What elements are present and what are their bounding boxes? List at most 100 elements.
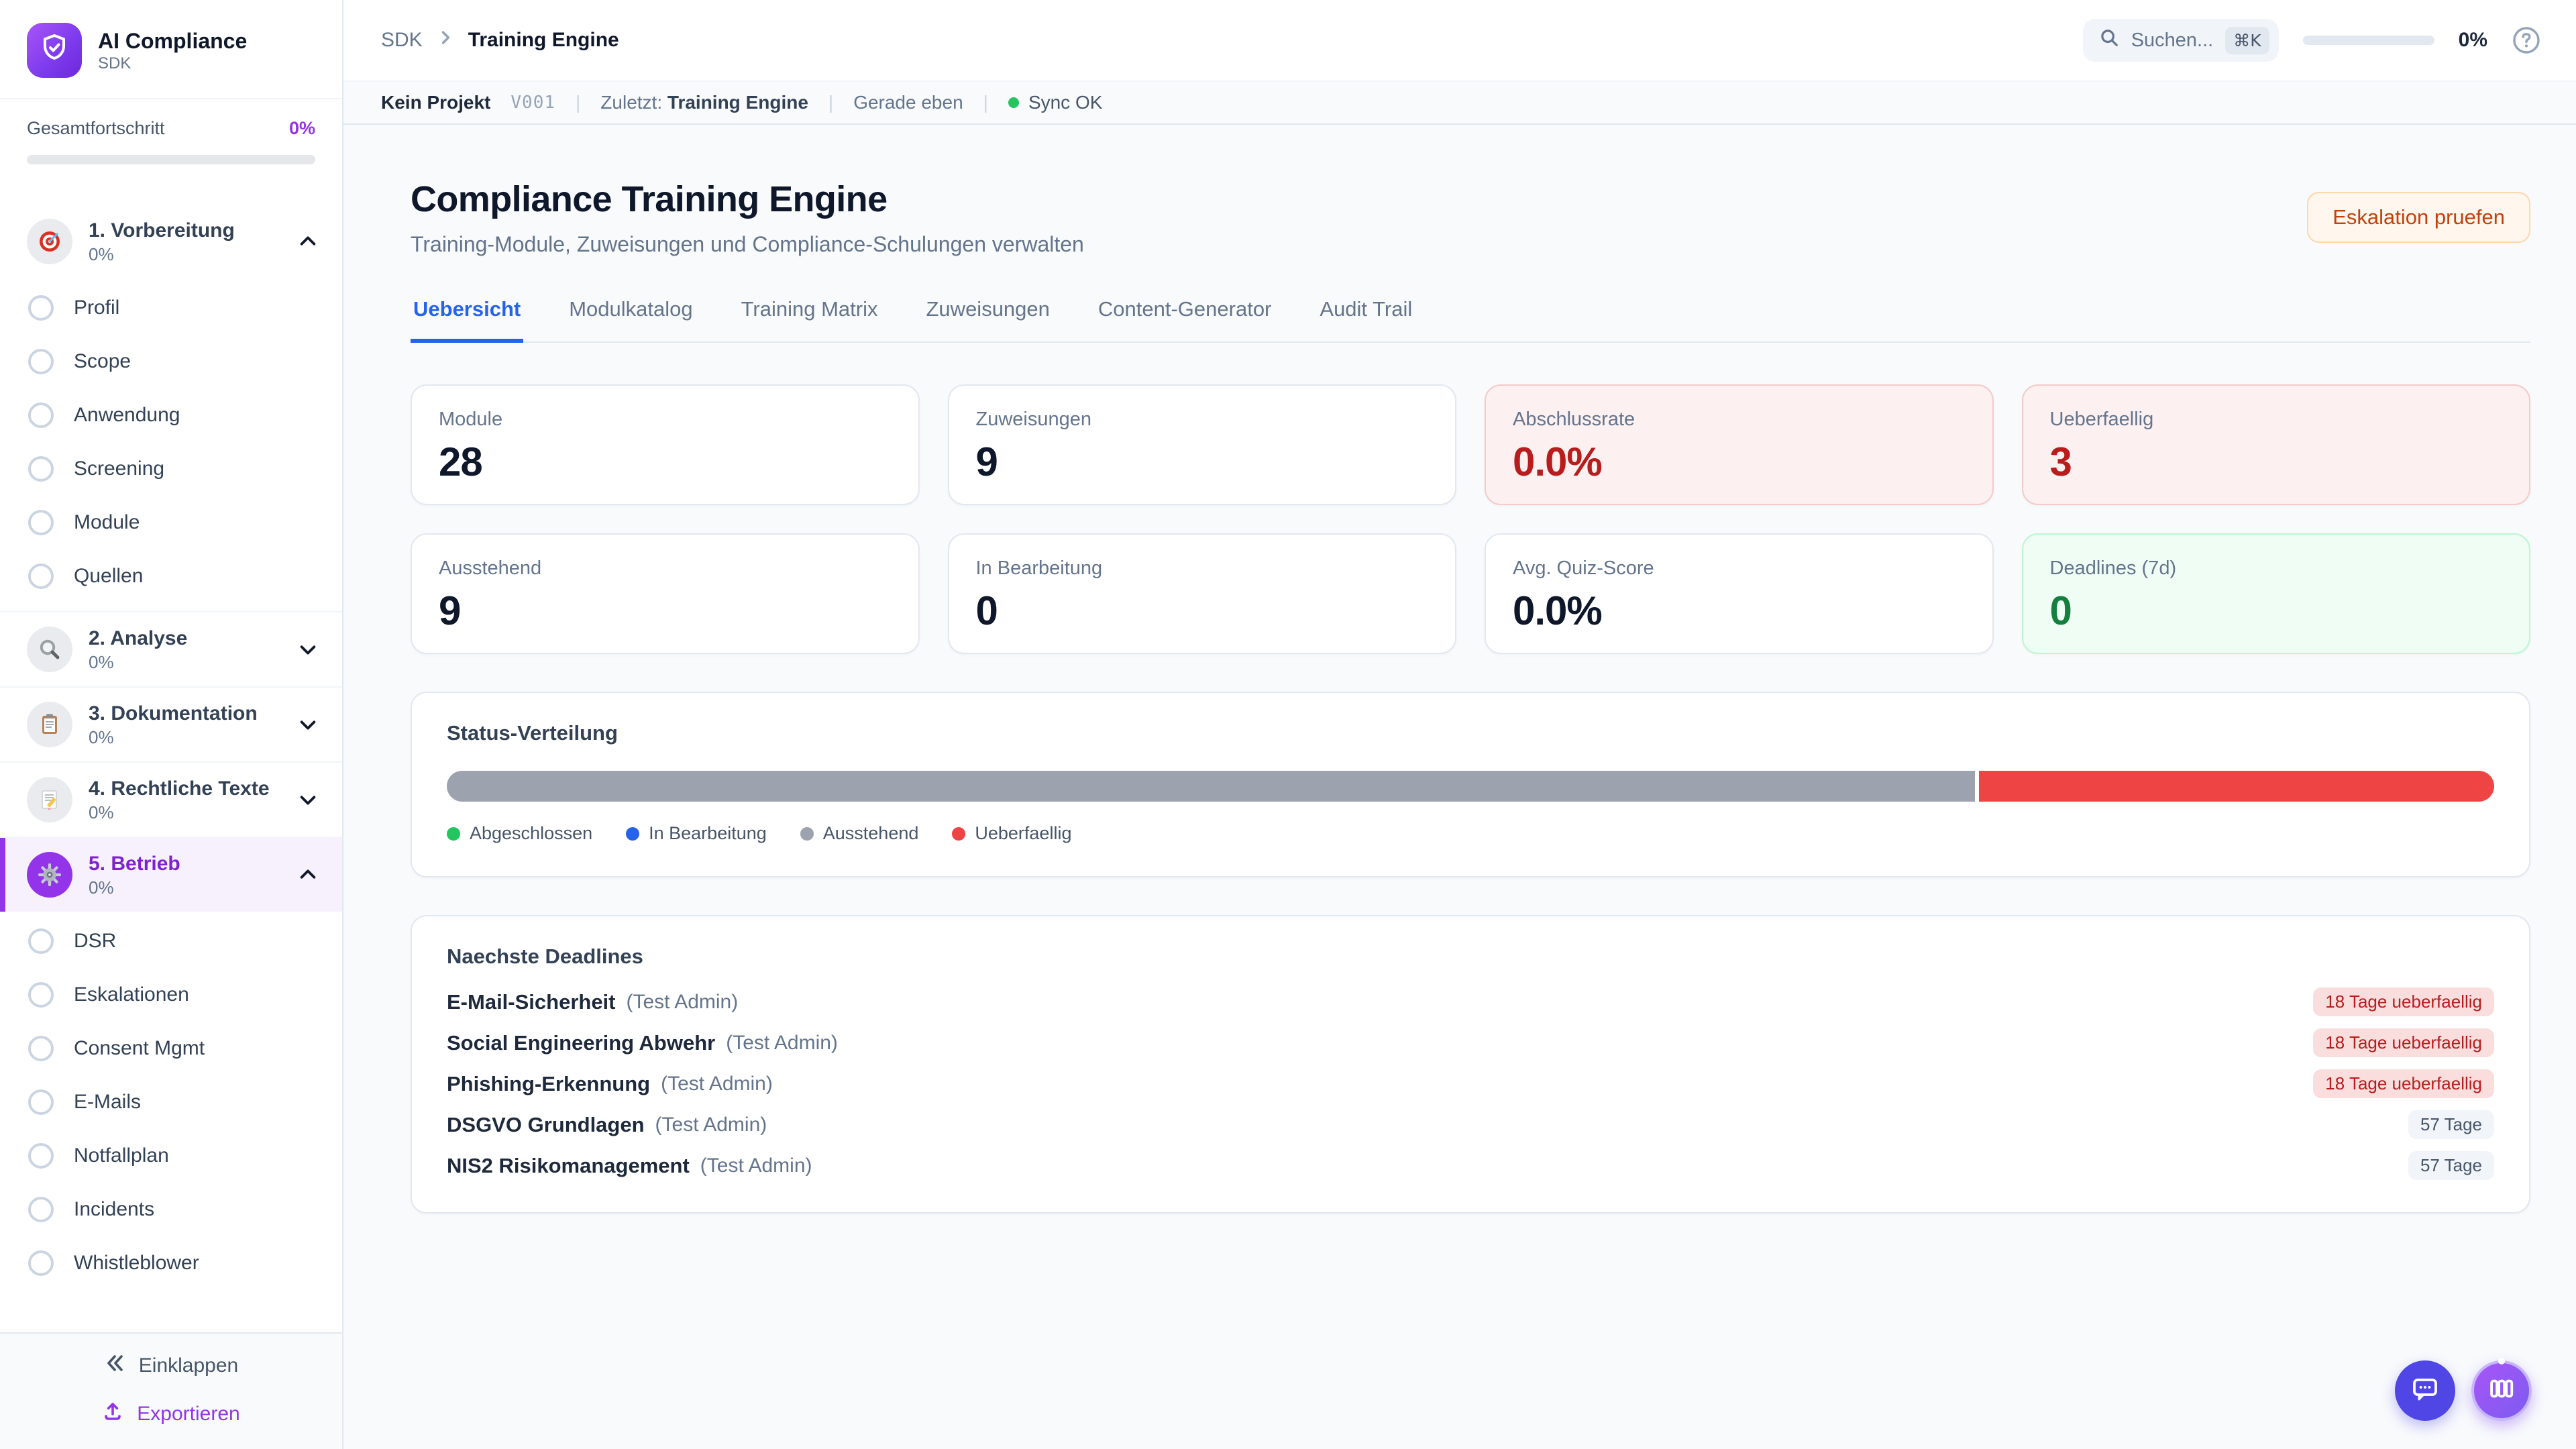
tab-training-matrix[interactable]: Training Matrix [739,297,881,343]
sidebar-item-eskalationen[interactable]: Eskalationen [0,968,342,1022]
section-items-betrieb: DSR Eskalationen Consent Mgmt E-Mails No… [0,912,342,1298]
help-button[interactable] [2512,25,2541,55]
tab-uebersicht[interactable]: Uebersicht [411,297,523,343]
sidebar-section-analyse[interactable]: 2. Analyse 0% [0,611,342,686]
sidebar-item-module[interactable]: Module [0,496,342,549]
app-root: AI Compliance SDK Gesamtfortschritt 0% [0,0,2576,1449]
panel-title: Status-Verteilung [447,721,2494,745]
page-subtitle: Training-Module, Zuweisungen und Complia… [411,232,1084,257]
status-circle-icon [28,1036,54,1061]
page-content: Compliance Training Engine Training-Modu… [343,125,2576,1449]
sidebar-item-label: Anwendung [74,404,180,427]
status-circle-icon [28,1250,54,1276]
deadline-row: DSGVO Grundlagen (Test Admin) 57 Tage [447,1110,2494,1139]
stat-value: 0 [2050,588,2503,634]
sidebar-item-label: Consent Mgmt [74,1037,205,1060]
sidebar-item-label: E-Mails [74,1091,141,1114]
deadline-assignee: (Test Admin) [700,1155,812,1177]
sidebar-item-quellen[interactable]: Quellen [0,549,342,603]
deadlines-panel: Naechste Deadlines E-Mail-Sicherheit (Te… [411,915,2530,1214]
sidebar-section-rechtliche-texte[interactable]: 4. Rechtliche Texte 0% [0,761,342,837]
status-circle-icon [28,1197,54,1222]
sidebar-item-scope[interactable]: Scope [0,335,342,388]
tab-zuweisungen[interactable]: Zuweisungen [924,297,1053,343]
sidebar-footer: Einklappen Exportieren [0,1332,342,1449]
section-progress: 0% [89,877,282,899]
bar-segment-ueberfaellig [1979,771,2494,802]
sync-label: Sync OK [1028,92,1102,113]
deadline-badge: 18 Tage ueberfaellig [2313,987,2494,1016]
memo-icon [27,777,72,822]
status-circle-icon [28,1089,54,1115]
chevron-up-icon [298,231,318,252]
brand-name: AI Compliance [98,28,247,54]
deadline-name: NIS2 Risikomanagement [447,1154,690,1178]
stat-label: Ueberfaellig [2050,409,2503,431]
status-distribution-panel: Status-Verteilung Abgeschlossen In Bearb… [411,692,2530,877]
sidebar-item-label: Scope [74,350,131,373]
sidebar-item-anwendung[interactable]: Anwendung [0,388,342,442]
bar-segment-ausstehend [447,771,1975,802]
chevron-down-icon [298,790,318,810]
legend-label: Ueberfaellig [975,823,1071,844]
sidebar-item-consent-mgmt[interactable]: Consent Mgmt [0,1022,342,1075]
sidebar-item-profil[interactable]: Profil [0,281,342,335]
stat-value: 3 [2050,439,2503,485]
gray-dot-icon [800,827,814,841]
status-circle-icon [28,982,54,1008]
separator: | [983,92,988,113]
sync-status: Sync OK [1008,92,1102,113]
sidebar-header: AI Compliance SDK [0,0,342,98]
project-status-bar: Kein Projekt V001 | Zuletzt: Training En… [343,80,2576,125]
stat-card-in-bearbeitung: In Bearbeitung 0 [948,533,1457,654]
main-area: SDK Training Engine Suchen... ⌘K 0% [343,0,2576,1449]
sidebar-section-dokumentation[interactable]: 3. Dokumentation 0% [0,686,342,761]
topbar: SDK Training Engine Suchen... ⌘K 0% [343,0,2576,80]
overall-progress-bar [27,155,315,164]
deadline-assignee: (Test Admin) [661,1073,773,1095]
overall-progress-label: Gesamtfortschritt [27,118,165,139]
last-module: Zuletzt: Training Engine [600,92,808,113]
tab-content-generator[interactable]: Content-Generator [1095,297,1274,343]
status-circle-icon [28,402,54,428]
stat-label: Deadlines (7d) [2050,557,2503,580]
chevron-right-icon [436,28,455,52]
blue-dot-icon [626,827,639,841]
breadcrumb-current: Training Engine [468,29,619,52]
sidebar-item-screening[interactable]: Screening [0,442,342,496]
sidebar-item-e-mails[interactable]: E-Mails [0,1075,342,1129]
collapse-sidebar-button[interactable]: Einklappen [104,1352,238,1379]
deadline-row: Social Engineering Abwehr (Test Admin) 1… [447,1028,2494,1057]
sidebar-section-betrieb[interactable]: 5. Betrieb 0% [0,837,342,912]
tab-modulkatalog[interactable]: Modulkatalog [566,297,695,343]
sidebar-item-dsr[interactable]: DSR [0,914,342,968]
chat-button[interactable] [2395,1360,2455,1421]
kanban-board-button[interactable] [2471,1360,2532,1421]
gear-icon [27,852,72,898]
legend-abgeschlossen: Abgeschlossen [447,823,592,844]
brand-block: AI Compliance SDK [98,28,247,73]
tab-audit-trail[interactable]: Audit Trail [1317,297,1415,343]
clipboard-icon [27,702,72,747]
target-icon [27,219,72,264]
last-label: Zuletzt: [600,92,662,113]
deadline-assignee: (Test Admin) [655,1114,767,1136]
search-input[interactable]: Suchen... ⌘K [2083,19,2279,62]
sidebar-nav: 1. Vorbereitung 0% Profil Scope Anwendun… [0,189,342,1332]
keyboard-shortcut-badge: ⌘K [2225,27,2269,54]
header-progress-bar [2303,36,2434,45]
sidebar-item-incidents[interactable]: Incidents [0,1183,342,1236]
breadcrumb-root[interactable]: SDK [381,29,423,52]
sidebar-item-whistleblower[interactable]: Whistleblower [0,1236,342,1290]
status-circle-icon [28,1143,54,1169]
export-button[interactable]: Exportieren [102,1401,239,1428]
sidebar-item-notfallplan[interactable]: Notfallplan [0,1129,342,1183]
separator: | [576,92,580,113]
chevron-down-icon [298,639,318,659]
sidebar-item-label: Module [74,511,140,534]
last-value: Training Engine [667,92,808,113]
sidebar-section-vorbereitung[interactable]: 1. Vorbereitung 0% [0,205,342,278]
deadline-name: DSGVO Grundlagen [447,1113,645,1137]
check-escalation-button[interactable]: Eskalation pruefen [2307,192,2530,243]
page-header: Compliance Training Engine Training-Modu… [411,178,2530,257]
